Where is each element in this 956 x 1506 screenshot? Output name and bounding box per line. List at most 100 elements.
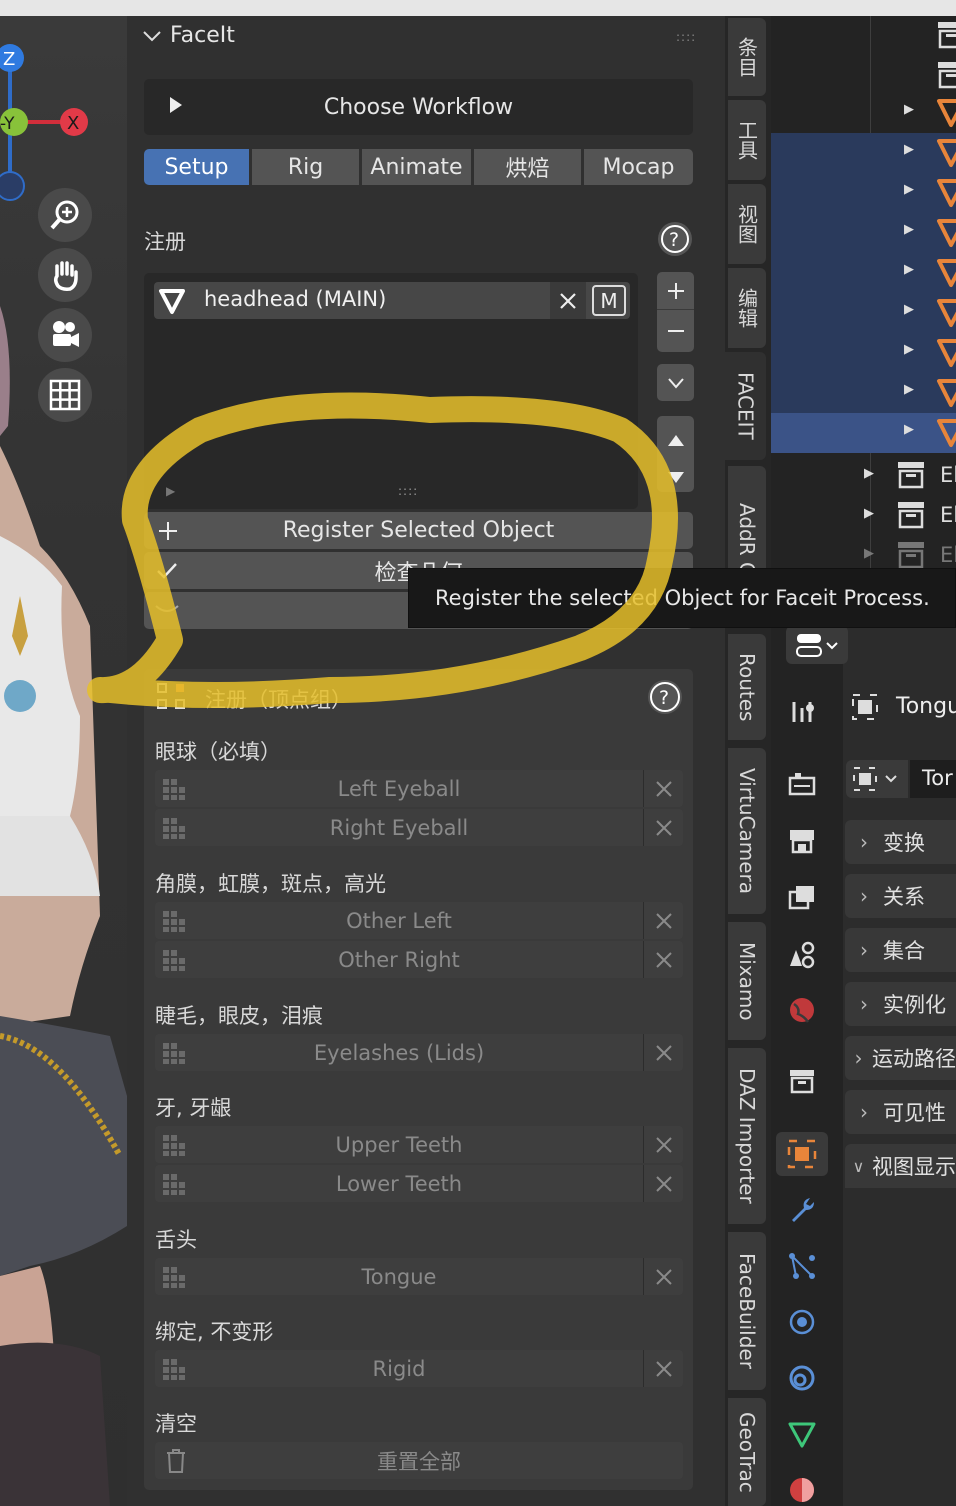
camera-icon[interactable]	[38, 308, 92, 362]
drag-handle-icon[interactable]: ::::	[676, 30, 696, 44]
world-icon[interactable]	[786, 994, 818, 1026]
zoom-icon[interactable]	[38, 188, 92, 242]
tab-view[interactable]: 视图	[728, 184, 766, 264]
list-resize-handle[interactable]: ::::	[398, 484, 418, 498]
choose-workflow-button[interactable]: Choose Workflow	[144, 79, 693, 135]
tab-mocap[interactable]: Mocap	[584, 149, 693, 185]
expand-arrow-icon[interactable]: ▶	[864, 506, 874, 521]
object-name-field[interactable]: Tor	[910, 760, 956, 798]
section-relations[interactable]: › 关系	[845, 874, 956, 918]
hand-icon[interactable]	[38, 248, 92, 302]
clear-icon[interactable]	[643, 1258, 683, 1295]
expand-arrow-icon[interactable]: ▶	[904, 142, 914, 157]
collection-icon[interactable]	[936, 60, 956, 90]
navigation-gizmo[interactable]: Z -Y X	[0, 30, 100, 210]
right-eyeball-field[interactable]: Right Eyeball	[155, 809, 683, 846]
editor-type-dropdown[interactable]	[786, 626, 848, 664]
clear-icon[interactable]	[643, 941, 683, 978]
collection-icon[interactable]	[896, 540, 926, 570]
tab-setup[interactable]: Setup	[144, 149, 249, 185]
mesh-object-icon[interactable]	[936, 256, 956, 290]
chevron-down-icon[interactable]	[142, 28, 162, 44]
collection-icon[interactable]	[896, 500, 926, 530]
lower-teeth-field[interactable]: Lower Teeth	[155, 1165, 683, 1202]
tab-item[interactable]: 条目	[728, 18, 766, 96]
section-motion-paths[interactable]: › 运动路径	[845, 1036, 956, 1080]
tab-daz-importer[interactable]: DAZ Importer	[728, 1048, 766, 1224]
collection-icon[interactable]	[936, 20, 956, 50]
other-right-field[interactable]: Other Right	[155, 941, 683, 978]
expand-arrow-icon[interactable]: ▶	[904, 102, 914, 117]
mesh-object-icon[interactable]	[936, 136, 956, 170]
mesh-object-icon[interactable]	[936, 296, 956, 330]
tab-mixamo[interactable]: Mixamo	[728, 922, 766, 1040]
clear-icon[interactable]	[643, 902, 683, 939]
tab-rig[interactable]: Rig	[252, 149, 359, 185]
remove-object-button[interactable]	[550, 282, 586, 319]
list-item[interactable]: headhead (MAIN) M	[154, 282, 630, 319]
clear-icon[interactable]	[643, 1350, 683, 1387]
mesh-object-icon[interactable]	[936, 376, 956, 410]
expand-arrow-icon[interactable]: ▶	[904, 382, 914, 397]
wrench-icon[interactable]	[786, 1194, 818, 1226]
collection-icon[interactable]	[786, 1066, 818, 1098]
physics-icon[interactable]	[786, 1306, 818, 1338]
view-layer-icon[interactable]	[786, 882, 818, 914]
clear-icon[interactable]	[643, 809, 683, 846]
constraint-icon[interactable]	[786, 1362, 818, 1394]
expand-arrow-icon[interactable]: ▶	[904, 422, 914, 437]
material-icon[interactable]	[786, 1474, 818, 1506]
collection-icon[interactable]	[896, 460, 926, 490]
mesh-object-icon[interactable]	[936, 176, 956, 210]
section-collections[interactable]: › 集合	[845, 928, 956, 972]
other-left-field[interactable]: Other Left	[155, 902, 683, 939]
expand-arrow-icon[interactable]: ▶	[904, 342, 914, 357]
object-icon[interactable]	[786, 1138, 818, 1170]
clear-icon[interactable]	[643, 1034, 683, 1071]
clear-icon[interactable]	[643, 770, 683, 807]
expand-arrow-icon[interactable]: ▶	[904, 182, 914, 197]
move-down-icon[interactable]	[667, 466, 685, 491]
left-eyeball-field[interactable]: Left Eyeball	[155, 770, 683, 807]
particles-icon[interactable]	[786, 1250, 818, 1282]
tool-icon[interactable]	[786, 696, 818, 728]
section-visibility[interactable]: › 可见性	[845, 1090, 956, 1134]
clear-icon[interactable]	[643, 1126, 683, 1163]
scene-icon[interactable]	[786, 938, 818, 970]
register-selected-button[interactable]: Register Selected Object	[144, 512, 693, 549]
expand-arrow-icon[interactable]: ▶	[864, 546, 874, 561]
tab-bake[interactable]: 烘焙	[474, 149, 581, 185]
tab-faceit[interactable]: FACEIT	[725, 352, 766, 460]
tab-facebuilder[interactable]: FaceBuilder	[728, 1232, 766, 1390]
remove-icon[interactable]	[657, 312, 694, 350]
section-instancing[interactable]: › 实例化	[845, 982, 956, 1026]
mesh-object-icon[interactable]	[936, 96, 956, 130]
mesh-object-icon[interactable]	[936, 216, 956, 250]
help-icon[interactable]: ?	[658, 222, 692, 256]
add-icon[interactable]	[657, 272, 694, 310]
section-transform[interactable]: › 变换	[845, 820, 956, 864]
3d-viewport[interactable]: Z -Y X	[0, 16, 127, 1506]
mesh-object-icon[interactable]	[936, 336, 956, 370]
tab-tool[interactable]: 工具	[728, 100, 766, 180]
data-icon[interactable]	[786, 1418, 818, 1450]
expand-arrow-icon[interactable]: ▶	[904, 262, 914, 277]
help-icon[interactable]: ?	[648, 680, 682, 714]
expand-arrow-icon[interactable]: ▶	[904, 302, 914, 317]
move-up-icon[interactable]	[667, 428, 685, 453]
rigid-field[interactable]: Rigid	[155, 1350, 683, 1387]
clear-icon[interactable]	[643, 1165, 683, 1202]
reset-all-button[interactable]: 重置全部	[155, 1442, 683, 1479]
tab-routes[interactable]: Routes	[728, 634, 766, 740]
list-menu-button[interactable]	[657, 364, 694, 401]
object-type-dropdown[interactable]	[846, 760, 908, 798]
render-icon[interactable]	[786, 768, 818, 800]
output-icon[interactable]	[786, 826, 818, 858]
tongue-field[interactable]: Tongue	[155, 1258, 683, 1295]
mesh-object-icon[interactable]	[936, 416, 956, 450]
expand-arrow-icon[interactable]: ▶	[904, 222, 914, 237]
outliner-active-row[interactable]	[771, 413, 956, 453]
tab-animate[interactable]: Animate	[362, 149, 471, 185]
section-viewport-display[interactable]: ∨ 视图显示	[845, 1144, 956, 1188]
tab-edit[interactable]: 编辑	[728, 268, 766, 348]
